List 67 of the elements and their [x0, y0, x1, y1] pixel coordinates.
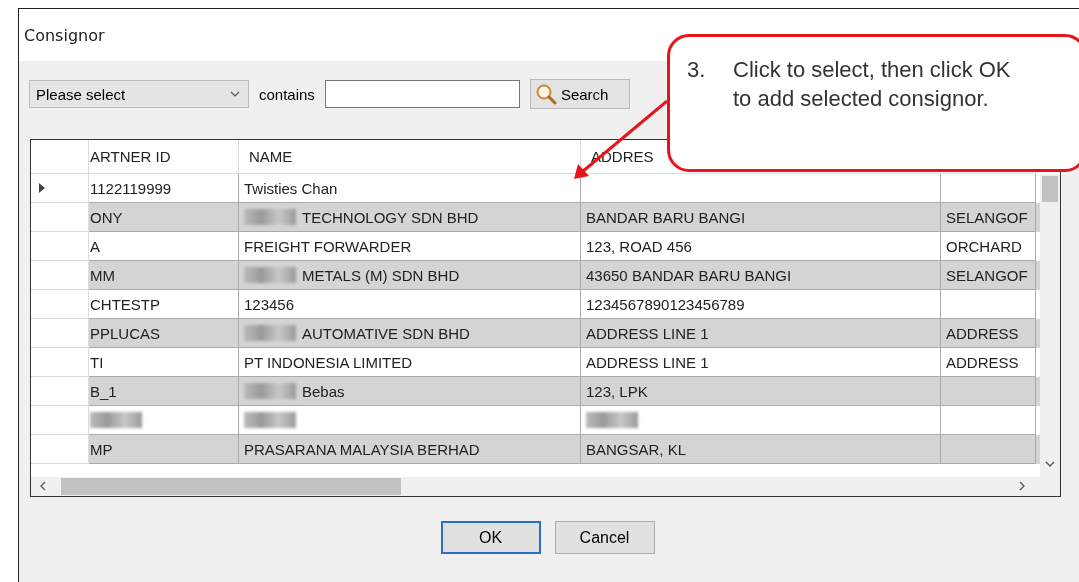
table-cell: SELANGOF — [946, 266, 1028, 284]
search-icon — [534, 83, 557, 105]
table-cell: ADDRESS LINE 1 — [586, 324, 709, 342]
header-corner[interactable] — [31, 140, 89, 174]
contains-label: contains — [259, 85, 315, 103]
table-cell: ONY — [90, 208, 123, 226]
dialog-button[interactable]: Cancel — [554, 521, 655, 554]
table-row[interactable]: ONY TECHNOLOGY SDN BHD BANDAR BARU BANGI SELANGOF — [31, 203, 1041, 232]
table-row[interactable]: PPLUCAS AUTOMATIVE SDN BHD ADDRESS LINE 1 ADDRESS — [31, 319, 1041, 348]
table-cell: Twisties Chan — [244, 179, 338, 197]
scrollbar-thumb[interactable] — [1042, 176, 1058, 202]
table-cell: ADDRESS — [946, 324, 1019, 342]
table-cell: 1234567890123456789 — [586, 295, 745, 313]
scrollbar-thumb[interactable] — [61, 478, 401, 495]
table-cell: FREIGHT FORWARDER — [244, 237, 412, 255]
table-cell: MP — [90, 440, 113, 458]
callout-text: Click to select, then click OK to add selected consignor. — [733, 56, 1012, 113]
scroll-right-icon[interactable] — [1019, 481, 1026, 491]
table-cell: ADDRESS — [946, 353, 1019, 371]
table-cell: ADDRESS LINE 1 — [586, 353, 709, 371]
table-cell: MM — [90, 266, 115, 284]
row-header[interactable] — [31, 203, 89, 232]
table-cell: A — [90, 237, 100, 255]
table-cell: ORCHARD — [946, 237, 1022, 255]
scroll-left-icon[interactable] — [39, 481, 46, 491]
table-cell: TI — [90, 353, 104, 371]
table-cell: TECHNOLOGY SDN BHD — [302, 208, 479, 226]
field-dropdown[interactable]: Please select — [29, 80, 249, 108]
table-cell: 123456 — [244, 295, 295, 313]
table-cell: PPLUCAS — [90, 324, 161, 342]
table-cell: AUTOMATIVE SDN BHD — [302, 324, 470, 342]
table-cell: SELANGOF — [946, 208, 1028, 226]
dialog-button[interactable]: OK — [440, 521, 541, 554]
row-header[interactable] — [31, 174, 89, 203]
row-header[interactable] — [31, 232, 89, 261]
row-header[interactable] — [31, 348, 89, 377]
table-cell: PRASARANA MALAYSIA BERHAD — [244, 440, 480, 458]
row-header[interactable] — [31, 435, 89, 464]
search-button[interactable]: Search — [529, 79, 630, 109]
table-cell: CHTESTP — [90, 295, 160, 313]
chevron-down-icon — [230, 91, 240, 97]
table-row[interactable]: MP PRASARANA MALAYSIA BERHAD BANGSAR, KL — [31, 435, 1041, 464]
table-cell: 123, LPK — [586, 382, 648, 400]
window-title: Consignor — [24, 25, 105, 45]
table-cell: Bebas — [302, 382, 345, 400]
table-row[interactable]: MM METALS (M) SDN BHD 43650 BANDAR BARU BANGI SELANGOF — [31, 261, 1041, 290]
search-field[interactable] — [324, 80, 520, 108]
horizontal-scrollbar[interactable] — [31, 477, 1040, 496]
row-header[interactable] — [31, 319, 89, 348]
table-cell: 1122119999 — [90, 179, 172, 197]
column-header[interactable]: NAME — [249, 148, 293, 165]
table-cell: BANDAR BARU BANGI — [586, 208, 746, 226]
table-cell: 123, ROAD 456 — [586, 237, 692, 255]
row-header[interactable] — [31, 261, 89, 290]
scroll-down-icon[interactable] — [1045, 461, 1055, 468]
table-cell: B_1 — [90, 382, 117, 400]
step-number: 3. — [687, 56, 707, 84]
table-cell: PT INDONESIA LIMITED — [244, 353, 413, 371]
row-header[interactable] — [31, 406, 89, 435]
table-cell: METALS (M) SDN BHD — [302, 266, 460, 284]
table-row[interactable]: B_1 Bebas 123, LPK — [31, 377, 1041, 406]
column-header[interactable]: ARTNER ID — [90, 148, 171, 165]
table-cell: BANGSAR, KL — [586, 440, 687, 458]
vertical-scrollbar[interactable] — [1040, 174, 1060, 496]
table-cell: 43650 BANDAR BARU BANGI — [586, 266, 792, 284]
row-header[interactable] — [31, 377, 89, 406]
row-header[interactable] — [31, 290, 89, 319]
